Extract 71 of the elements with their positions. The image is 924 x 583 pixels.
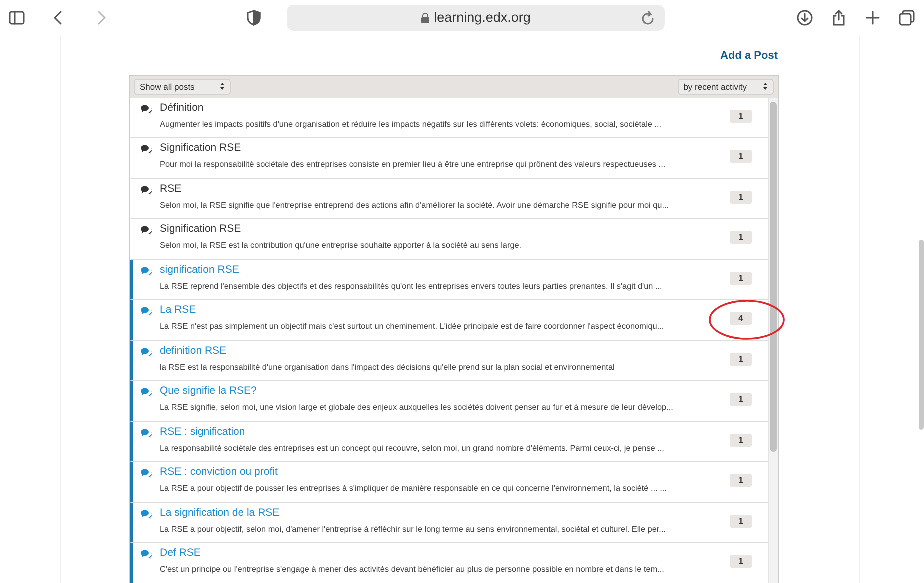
comment-count: 1: [730, 474, 752, 487]
post-row[interactable]: signification RSE La RSE reprend l'ensemble des objectifs et des responsabilités qu'ont les entreprises envers toutes leurs parties prenantes. Il s'agit d'un ... 1: [130, 260, 768, 300]
scrollbar-thumb[interactable]: [770, 102, 777, 452]
post-title[interactable]: Que signifie la RSE?: [160, 385, 722, 398]
scrollbar-thumb[interactable]: [919, 240, 924, 430]
comment-count: 1: [730, 514, 752, 528]
comment-count: 1: [730, 352, 752, 366]
comments-icon: [141, 226, 152, 235]
comment-count: 1: [730, 231, 752, 244]
comments-icon: [141, 388, 152, 397]
comments-icon: [141, 266, 152, 276]
post-row[interactable]: La signification de la RSE La RSE a pour objectif, selon moi, d'amener l'entreprise à réfléchir sur le long terme au sens environnemental, sociétal et culturel. Elle per... 1: [130, 502, 768, 543]
comments-icon: [141, 510, 152, 518]
post-excerpt: La responsabilité sociétale des entreprises est un concept qui recouvre, selon moi, un grand nombre d'éléments. Parmi ceux-ci, je pense ...: [160, 442, 666, 454]
post-title[interactable]: Signification RSE: [160, 142, 722, 155]
post-excerpt: La RSE n'est pas simplement un objectif mais c'est surtout un cheminement. L'idée principale est de faire coordonner l'aspect économiqu...: [160, 321, 666, 332]
post-row[interactable]: Que signifie la RSE? La RSE signifie, selon moi, une vision large et globale des enjeux auxquelles les sociétés doivent penser au fur et à mesure de leur dévelop... 1: [130, 381, 768, 422]
post-title[interactable]: RSE: [160, 182, 722, 196]
post-excerpt: Selon moi, la RSE signifie que l'entreprise entreprend des actions afin d'améliorer la société. Avoir une démarche RSE signifie pour moi qu...: [160, 200, 670, 210]
comments-icon: [141, 428, 152, 438]
post-title[interactable]: Def RSE: [160, 547, 722, 560]
post-excerpt: La RSE a pour objectif, selon moi, d'amener l'entreprise à réfléchir sur le long terme au sens environnemental, sociétal et culturel. Elle per...: [160, 524, 668, 534]
post-excerpt: Selon moi, la RSE est la contribution qu'une entreprise souhaite apporter à la société au sens large.: [160, 240, 523, 251]
url-field[interactable]: learning.edx.org: [287, 5, 665, 31]
post-row[interactable]: definition RSE la RSE est la responsabilité d'une organisation dans l'impact des décisions qu'elle prend sur la plan social et environnemental 1: [130, 340, 768, 381]
post-row[interactable]: La RSE La RSE n'est pas simplement un objectif mais c'est surtout un cheminement. L'idée principale est de faire coordonner l'aspect économiqu... 4: [130, 300, 768, 340]
post-excerpt: Pour moi la responsabilité sociétale des entreprises consiste en premier lieu à être une entreprise qui prônent des valeurs respectueuses ...: [160, 159, 667, 170]
post-excerpt: La RSE a pour objectif de pousser les entreprises à s'impliquer de manière responsable en ce qui concerne l'environnement, la société ... ...: [160, 483, 668, 494]
post-row[interactable]: RSE : signification La responsabilité sociétale des entreprises est un concept qui recouvre, selon moi, un grand nombre d'éléments. Parmi ceux-ci, je pense ... 1: [130, 422, 768, 462]
comments-icon: [141, 348, 152, 356]
post-excerpt: Augmenter les impacts positifs d'une organisation et réduire les impacts négatifs sur les différents volets: économiques, social, sociétale ...: [160, 118, 663, 130]
lock-icon: [421, 12, 430, 24]
comment-count: 1: [730, 110, 752, 122]
comments-icon: [141, 104, 152, 114]
post-title[interactable]: Définition: [160, 102, 722, 114]
comment-count: 1: [730, 272, 752, 284]
post-title[interactable]: RSE : signification: [160, 426, 722, 438]
post-title[interactable]: signification RSE: [160, 264, 722, 276]
post-row[interactable]: RSE : conviction ou profit La RSE a pour objectif de pousser les entreprises à s'impliquer de manière responsable en ce qui concerne l'environnement, la société ... ... 1: [130, 462, 768, 502]
comments-icon: [141, 186, 152, 194]
plus-icon[interactable]: [864, 9, 882, 27]
post-excerpt: La RSE reprend l'ensemble des objectifs et des responsabilités qu'ont les entreprises envers toutes leurs parties prenantes. Il s'agit d'un ...: [160, 280, 664, 292]
post-excerpt: la RSE est la responsabilité d'une organisation dans l'impact des décisions qu'elle prend sur la plan social et environnemental: [160, 362, 616, 372]
download-icon[interactable]: [796, 9, 814, 27]
dropdown[interactable]: by recent activity: [678, 78, 774, 94]
comment-count: 1: [730, 434, 752, 446]
dropdown-arrows-icon: [763, 82, 768, 91]
post-title[interactable]: Signification RSE: [160, 223, 722, 236]
comment-count: 1: [730, 393, 752, 406]
post-title[interactable]: definition RSE: [160, 344, 722, 358]
comments-icon: [141, 307, 152, 316]
post-row[interactable]: Définition Augmenter les impacts positifs d'une organisation et réduire les impacts négatifs sur les différents volets: économiques, social, sociétale ... 1: [130, 98, 768, 138]
post-row[interactable]: RSE Selon moi, la RSE signifie que l'entreprise entreprend des actions afin d'améliorer la société. Avoir une démarche RSE signifie pour moi qu... 1: [130, 178, 768, 219]
comment-count: 1: [730, 555, 752, 568]
post-title[interactable]: La RSE: [160, 304, 722, 317]
comments-icon: [141, 469, 152, 478]
add-post-link[interactable]: Add a Post: [720, 48, 778, 64]
dropdown[interactable]: Show all posts: [134, 78, 231, 94]
post-title[interactable]: La signification de la RSE: [160, 506, 722, 520]
sidebar-icon[interactable]: [8, 9, 26, 27]
post-excerpt: La RSE signifie, selon moi, une vision large et globale des enjeux auxquelles les sociétés doivent penser au fur et à mesure de leur dévelop...: [160, 402, 674, 413]
shield-icon[interactable]: [245, 9, 263, 27]
comment-count: 4: [730, 312, 752, 325]
comments-icon: [141, 550, 152, 559]
dropdown-arrows-icon: [220, 82, 225, 91]
comment-count: 1: [730, 190, 752, 204]
post-title[interactable]: RSE : conviction ou profit: [160, 466, 722, 479]
comments-icon: [141, 145, 152, 154]
comment-count: 1: [730, 150, 752, 163]
tabs-icon[interactable]: [898, 9, 916, 27]
post-excerpt: C'est un principe ou l'entreprise s'engage à mener des activités devant bénéficier au plus de personne possible en nombre et dans le tem...: [160, 564, 666, 575]
